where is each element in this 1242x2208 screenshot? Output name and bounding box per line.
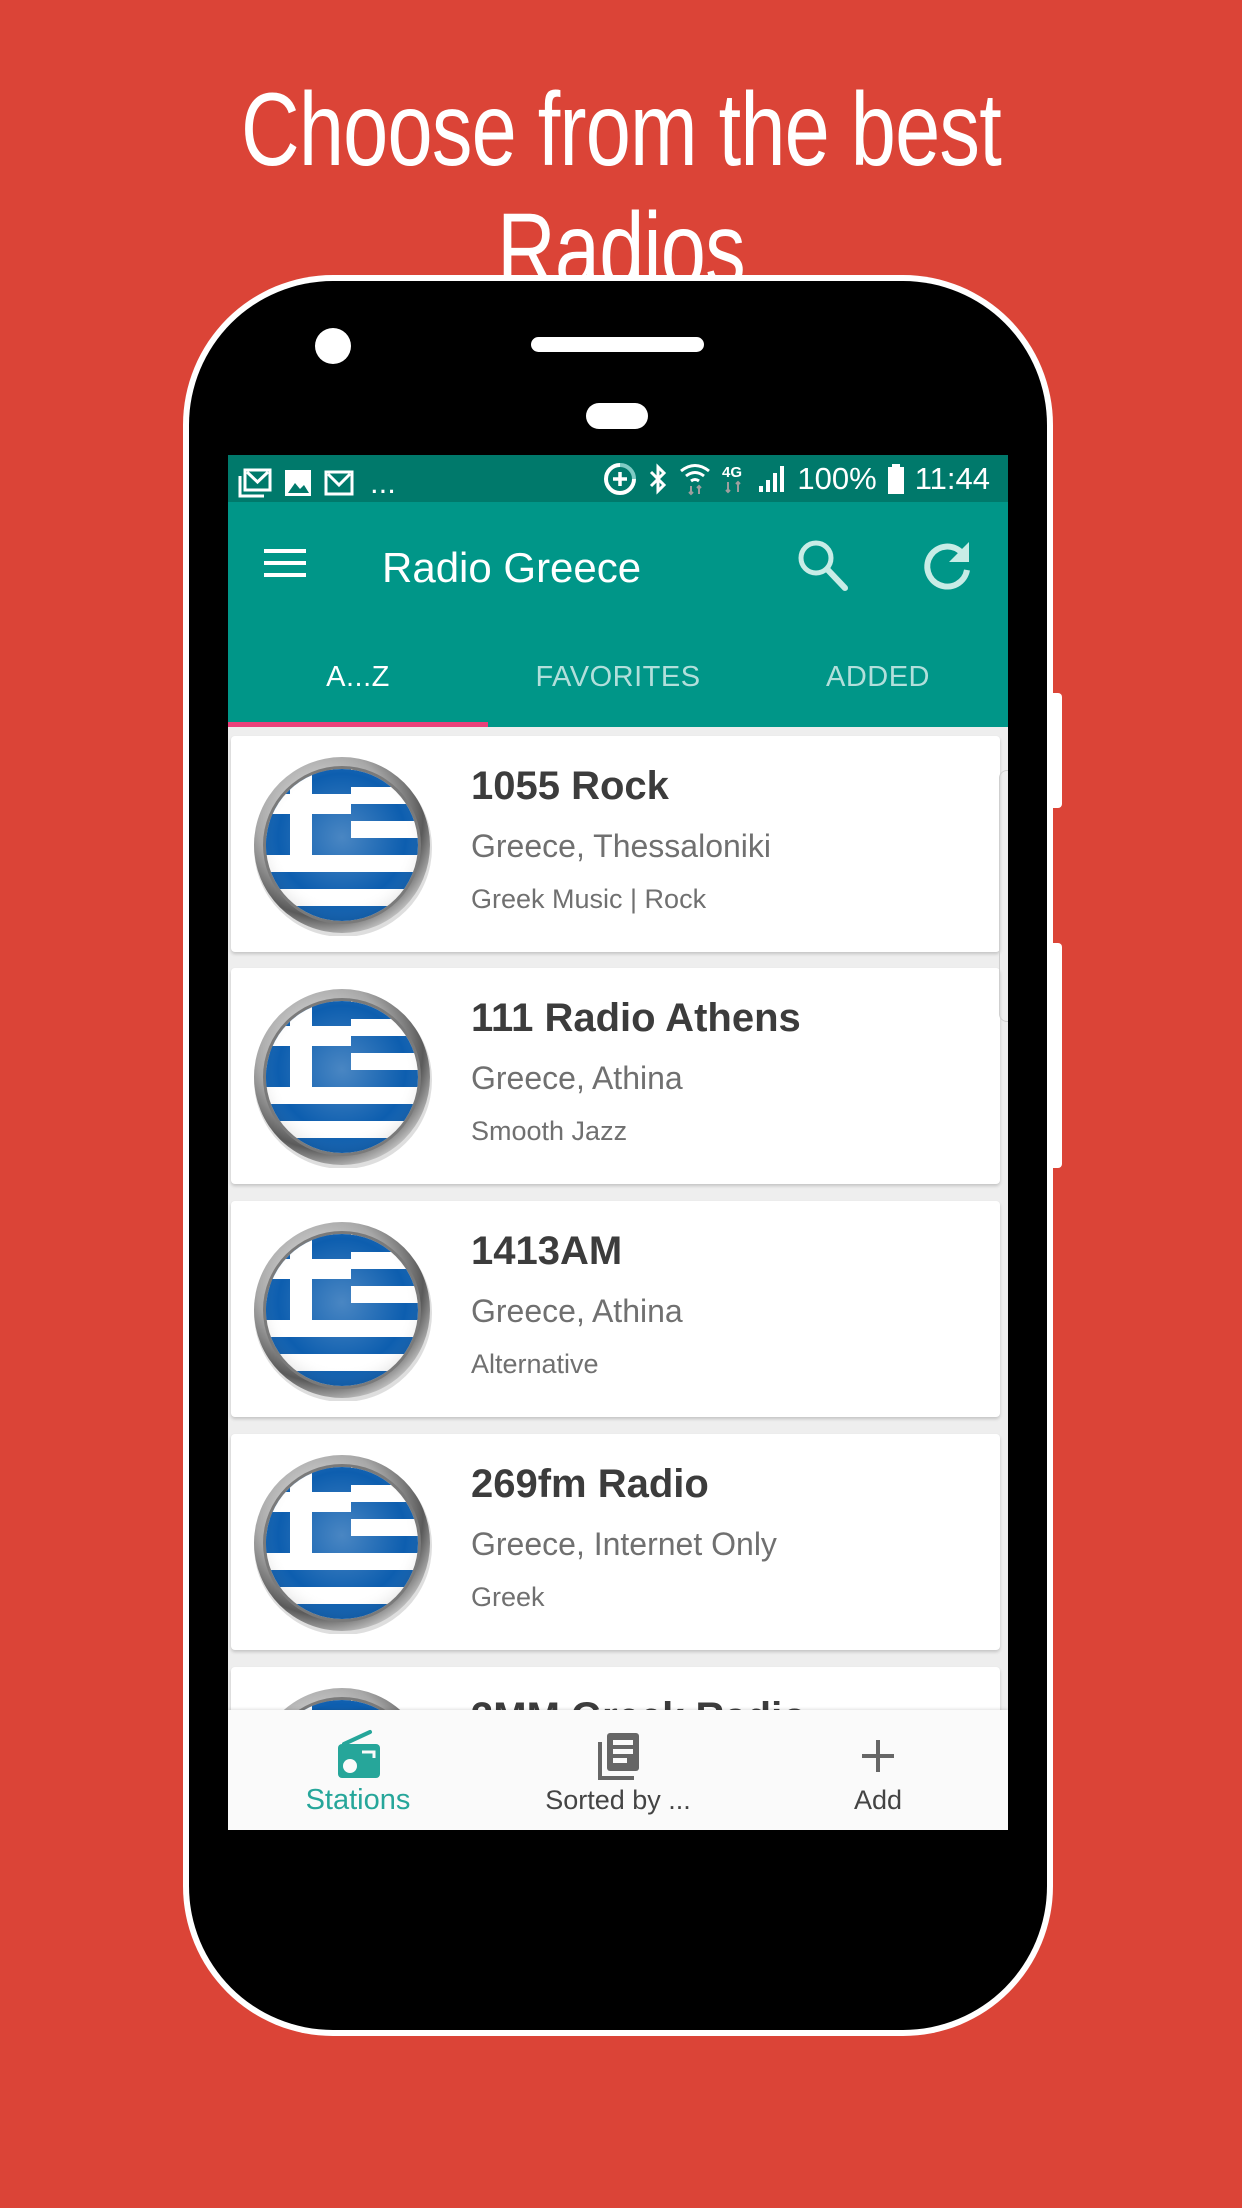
gmail-icon [324,470,354,496]
station-location: Greece, Thessaloniki [471,828,771,864]
system-icons: 4G 100% 11:44 [603,459,990,499]
station-list-item[interactable]: 1055 Rock Greece, Thessaloniki Greek Mus… [231,736,1000,952]
earpiece-speaker [531,337,704,352]
tab-favorites[interactable]: FAVORITES [488,635,748,727]
greece-flag-icon [251,1685,433,1710]
battery-percentage: 100% [797,461,877,496]
station-genre: Smooth Jazz [471,1116,628,1146]
station-list-item-partial[interactable]: 3MM Greek Radio [231,1667,1000,1710]
hamburger-menu-icon [264,549,306,577]
station-location: Greece, Athina [471,1293,683,1329]
wifi-icon [680,464,711,496]
more-notifications-icon: ... [370,465,396,500]
app-title: Radio Greece [382,544,642,591]
app-toolbar: Radio Greece [228,502,1008,635]
nav-add-label: Add [853,1785,903,1815]
station-genre: Alternative [471,1349,599,1379]
phone-power-button [1053,943,1062,1168]
station-list[interactable]: 1055 Rock Greece, Thessaloniki Greek Mus… [228,727,1008,1710]
notification-icons: ... [238,463,396,503]
tab-bar: A...Z FAVORITES ADDED [228,635,1008,727]
proximity-sensor [586,403,648,429]
nav-stations-label: Stations [305,1784,411,1816]
signal-icon [759,466,785,492]
search-icon [798,540,848,591]
greece-flag-icon [251,1219,433,1401]
gmail-stack-icon [238,468,272,498]
status-bar: ... 4G 100% 11:44 [228,455,1008,502]
promo-headline: Choose from the best Radios [241,72,1002,308]
station-location: Greece, Internet Only [471,1526,777,1562]
radio-icon [338,1730,380,1778]
data-saver-icon [604,463,637,495]
station-list-item[interactable]: 269fm Radio Greece, Internet Only Greek [231,1434,1000,1650]
search-button[interactable] [788,530,858,600]
greece-flag-icon [251,986,433,1168]
station-list-item[interactable]: 1413AM Greece, Athina Alternative [231,1201,1000,1417]
station-genre: Greek Music | Rock [471,884,707,914]
station-name: 1055 Rock [471,764,669,808]
greece-flag-icon [251,1452,433,1634]
clock: 11:44 [914,461,990,496]
library-books-icon [598,1733,639,1780]
nav-sorted-by[interactable]: Sorted by ... [488,1710,748,1830]
bluetooth-icon [650,463,667,495]
front-camera [315,328,351,364]
navigation-drawer-button[interactable] [254,538,314,598]
nav-stations[interactable]: Stations [228,1710,488,1830]
nav-add[interactable]: Add [748,1710,1008,1830]
battery-icon [887,464,904,494]
phone-volume-button [1053,693,1062,808]
tab-added[interactable]: ADDED [748,635,1008,727]
greece-flag-icon [251,754,433,936]
image-icon [285,470,311,496]
plus-icon [862,1740,894,1772]
station-name: 111 Radio Athens [471,996,801,1040]
scrollbar-thumb[interactable] [999,770,1008,1022]
station-name: 269fm Radio [471,1462,709,1506]
station-genre: Greek [471,1582,545,1612]
phone-screen: ... 4G 100% 11:44 Radio Greece A...Z FAV… [228,455,1008,1830]
station-name: 3MM Greek Radio [471,1693,807,1710]
station-location: Greece, Athina [471,1060,683,1096]
station-name: 1413AM [471,1229,623,1273]
nav-sorted-by-label: Sorted by ... [545,1785,691,1815]
svg-text:4G: 4G [722,464,742,481]
tab-a-z[interactable]: A...Z [228,635,488,727]
4g-icon: 4G [722,464,742,494]
bottom-navigation: Stations Sorted by ... Add [228,1710,1008,1830]
station-list-item[interactable]: 111 Radio Athens Greece, Athina Smooth J… [231,968,1000,1184]
refresh-button[interactable] [913,530,983,600]
refresh-icon [924,542,970,590]
